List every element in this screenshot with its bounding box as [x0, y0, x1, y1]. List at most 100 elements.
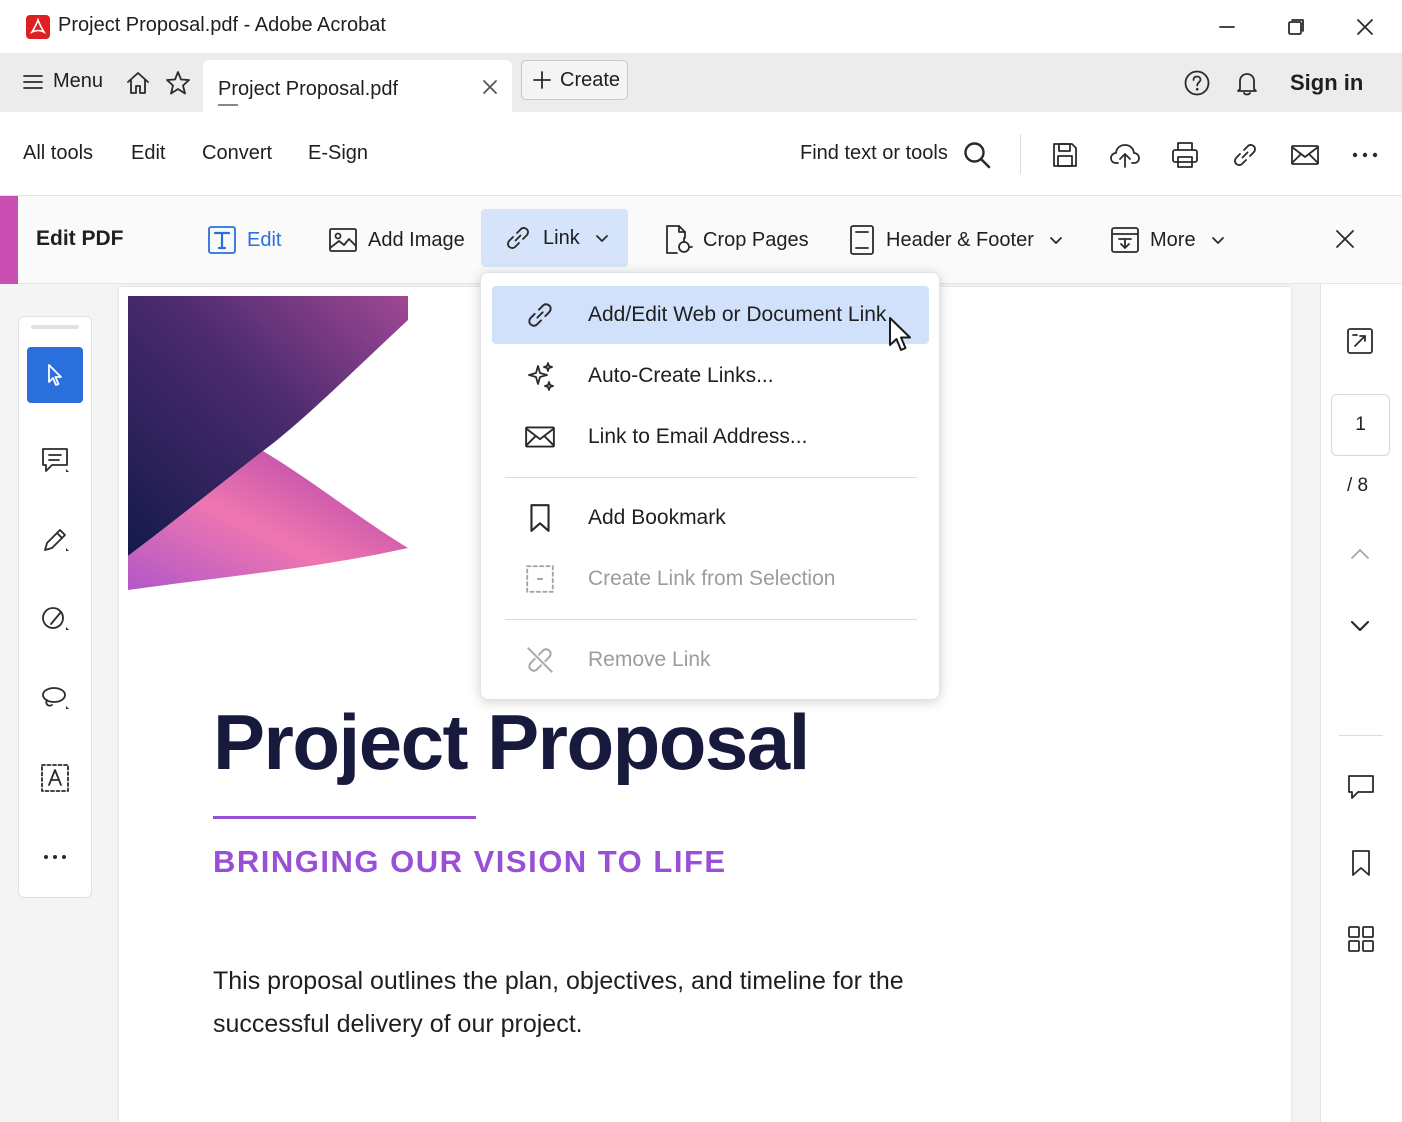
close-tab-icon[interactable] — [482, 79, 498, 95]
comments-panel-icon[interactable] — [1346, 772, 1376, 802]
main-toolbar: All tools Edit Convert E-Sign Find text … — [0, 112, 1402, 196]
help-icon[interactable] — [1183, 69, 1211, 97]
search-icon[interactable] — [960, 138, 994, 172]
edit-accent-bar — [0, 196, 18, 284]
edit-pdf-bar: Edit PDF Edit Add Image Link Crop Pages … — [0, 196, 1402, 284]
star-icon[interactable] — [164, 69, 192, 97]
add-image-label: Add Image — [368, 228, 465, 251]
tab-document[interactable]: Project Proposal.pdf — [203, 60, 512, 112]
sign-in-button[interactable]: Sign in — [1290, 70, 1363, 96]
chevron-down-icon — [1049, 237, 1062, 244]
menu-button[interactable]: Menu — [22, 70, 103, 93]
menu-item-label: Link to Email Address... — [588, 425, 808, 448]
home-icon[interactable] — [124, 69, 152, 97]
acrobat-icon — [26, 15, 50, 39]
title-divider — [213, 816, 476, 819]
create-label: Create — [560, 68, 621, 91]
menu-item-add-edit-link[interactable]: Add/Edit Web or Document Link — [492, 286, 929, 344]
edit-text-button[interactable]: Edit — [207, 222, 281, 258]
menu-item-label: Create Link from Selection — [588, 567, 836, 590]
page-thumbnail-icon[interactable] — [1345, 326, 1375, 356]
save-icon[interactable] — [1048, 138, 1082, 172]
rail-divider — [1339, 735, 1383, 736]
text-select-icon — [41, 764, 69, 792]
bookmark-panel-icon[interactable] — [1346, 848, 1376, 878]
bell-icon[interactable] — [1233, 69, 1261, 97]
email-icon[interactable] — [1288, 138, 1322, 172]
more-icon[interactable] — [1348, 138, 1382, 172]
select-tool-button[interactable] — [27, 347, 83, 403]
rail-handle[interactable] — [31, 325, 79, 329]
menu-item-auto-create-links[interactable]: Auto-Create Links... — [492, 347, 929, 405]
chevron-down-icon — [595, 235, 608, 242]
toolbar-divider — [1020, 134, 1021, 174]
menu-esign[interactable]: E-Sign — [308, 142, 368, 165]
menu-item-add-bookmark[interactable]: Add Bookmark — [492, 489, 929, 547]
document-body: This proposal outlines the plan, objecti… — [213, 960, 904, 1046]
edit-label: Edit — [247, 228, 282, 251]
menu-item-remove-link[interactable]: Remove Link — [492, 631, 929, 689]
tab-bar: Menu Project Proposal.pdf Create Sign in — [0, 54, 1402, 112]
crop-pages-button[interactable]: Crop Pages — [663, 222, 809, 258]
next-page-icon[interactable] — [1348, 614, 1372, 638]
link-dropdown-button[interactable]: Link — [481, 209, 628, 267]
selection-icon — [520, 563, 560, 595]
pen-tool-button[interactable] — [27, 512, 83, 568]
shape-tool-button[interactable] — [27, 591, 83, 647]
document-body-line: This proposal outlines the plan, objecti… — [213, 967, 904, 995]
menu-label: Menu — [53, 70, 104, 92]
close-edit-icon[interactable] — [1334, 228, 1356, 250]
print-icon[interactable] — [1168, 138, 1202, 172]
lasso-icon — [42, 687, 69, 709]
comment-tool-button[interactable] — [27, 433, 83, 489]
window-title: Project Proposal.pdf - Adobe Acrobat — [58, 14, 386, 36]
title-bar: Project Proposal.pdf - Adobe Acrobat — [0, 0, 1402, 54]
link-icon — [520, 299, 560, 331]
tab-underline — [218, 104, 238, 106]
more-tools-button[interactable]: More — [1110, 222, 1226, 258]
lasso-tool-button[interactable] — [27, 670, 83, 726]
link-label: Link — [543, 226, 580, 249]
document-body-line: successful delivery of our project. — [213, 1010, 583, 1038]
cover-graphic — [128, 296, 408, 592]
menu-item-link-email[interactable]: Link to Email Address... — [492, 408, 929, 466]
more-rail-icon[interactable] — [27, 829, 83, 885]
sparkle-icon — [520, 360, 560, 392]
menu-all-tools[interactable]: All tools — [23, 142, 93, 165]
add-image-button[interactable]: Add Image — [328, 222, 465, 258]
document-subtitle: BRINGING OUR VISION TO LIFE — [213, 844, 727, 879]
text-box-icon — [208, 226, 236, 254]
chevron-down-icon — [1211, 237, 1224, 244]
menu-convert[interactable]: Convert — [202, 142, 272, 165]
find-text-or-tools[interactable]: Find text or tools — [800, 142, 948, 165]
crop-page-icon — [666, 225, 693, 254]
crop-pages-label: Crop Pages — [703, 228, 809, 251]
bookmark-icon — [520, 502, 560, 534]
more-tools-icon — [1111, 227, 1139, 253]
previous-page-icon[interactable] — [1348, 542, 1372, 566]
plus-icon — [533, 71, 551, 89]
unlink-icon — [520, 644, 560, 676]
grid-view-icon[interactable] — [1346, 924, 1376, 954]
menu-separator — [505, 477, 917, 478]
create-button[interactable]: Create — [521, 60, 628, 100]
menu-item-create-link-selection[interactable]: Create Link from Selection — [492, 550, 929, 608]
menu-item-label: Remove Link — [588, 648, 711, 671]
minimize-icon[interactable] — [1204, 8, 1250, 46]
link-icon — [507, 227, 529, 249]
menu-item-label: Auto-Create Links... — [588, 364, 774, 387]
pen-icon — [44, 529, 69, 551]
more-label: More — [1150, 228, 1196, 251]
upload-cloud-icon[interactable] — [1108, 138, 1142, 172]
left-tool-rail — [18, 316, 92, 898]
image-icon — [329, 228, 357, 252]
menu-edit[interactable]: Edit — [131, 142, 165, 165]
page-number-input[interactable]: 1 — [1331, 394, 1390, 456]
close-icon[interactable] — [1342, 8, 1388, 46]
edit-pdf-title: Edit PDF — [36, 227, 124, 250]
link-icon[interactable] — [1228, 138, 1262, 172]
text-select-tool-button[interactable] — [27, 750, 83, 806]
comment-icon — [42, 448, 69, 472]
restore-icon[interactable] — [1273, 8, 1319, 46]
header-footer-button[interactable]: Header & Footer — [848, 222, 1064, 258]
